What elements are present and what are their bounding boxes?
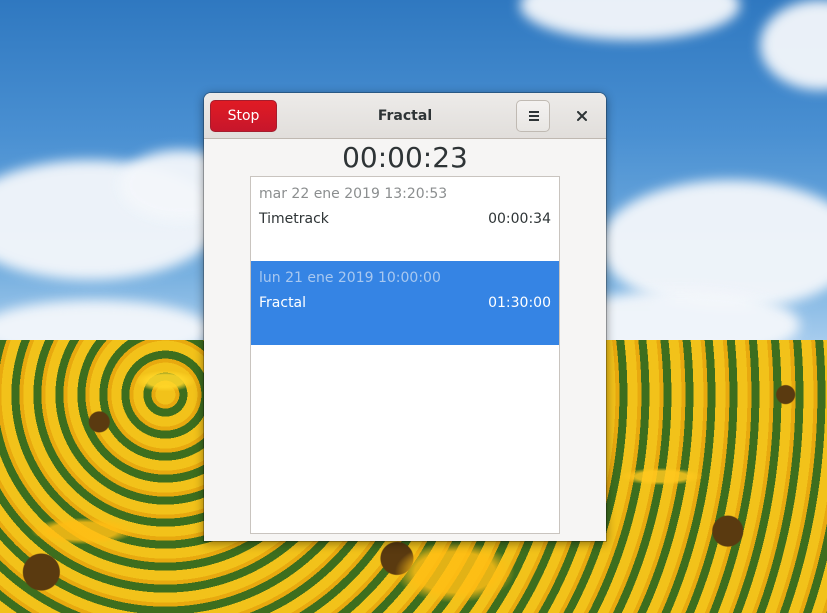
cloud [760,0,827,90]
list-item-selected[interactable]: lun 21 ene 2019 10:00:00 Fractal 01:30:0… [251,261,559,345]
entry-date: mar 22 ene 2019 13:20:53 [259,186,448,202]
stop-button[interactable]: Stop [210,100,277,132]
entry-name: Timetrack [259,211,329,227]
elapsed-timer: 00:00:23 [342,141,468,174]
entry-name: Fractal [259,295,307,311]
app-window: Stop Fractal 00:00:23 mar 22 ene 2019 13… [204,93,606,541]
entries-list[interactable]: mar 22 ene 2019 13:20:53 Timetrack 00:00… [250,176,560,534]
close-icon [577,111,587,121]
entry-duration: 00:00:34 [488,211,551,227]
list-item[interactable]: mar 22 ene 2019 13:20:53 Timetrack 00:00… [251,177,559,261]
cloud [520,0,740,40]
close-button[interactable] [566,100,598,132]
entry-date: lun 21 ene 2019 10:00:00 [259,270,441,286]
entry-duration: 01:30:00 [488,295,551,311]
header-bar: Stop Fractal [204,93,606,139]
window-title: Fractal [377,108,433,124]
menu-button[interactable] [516,100,550,132]
